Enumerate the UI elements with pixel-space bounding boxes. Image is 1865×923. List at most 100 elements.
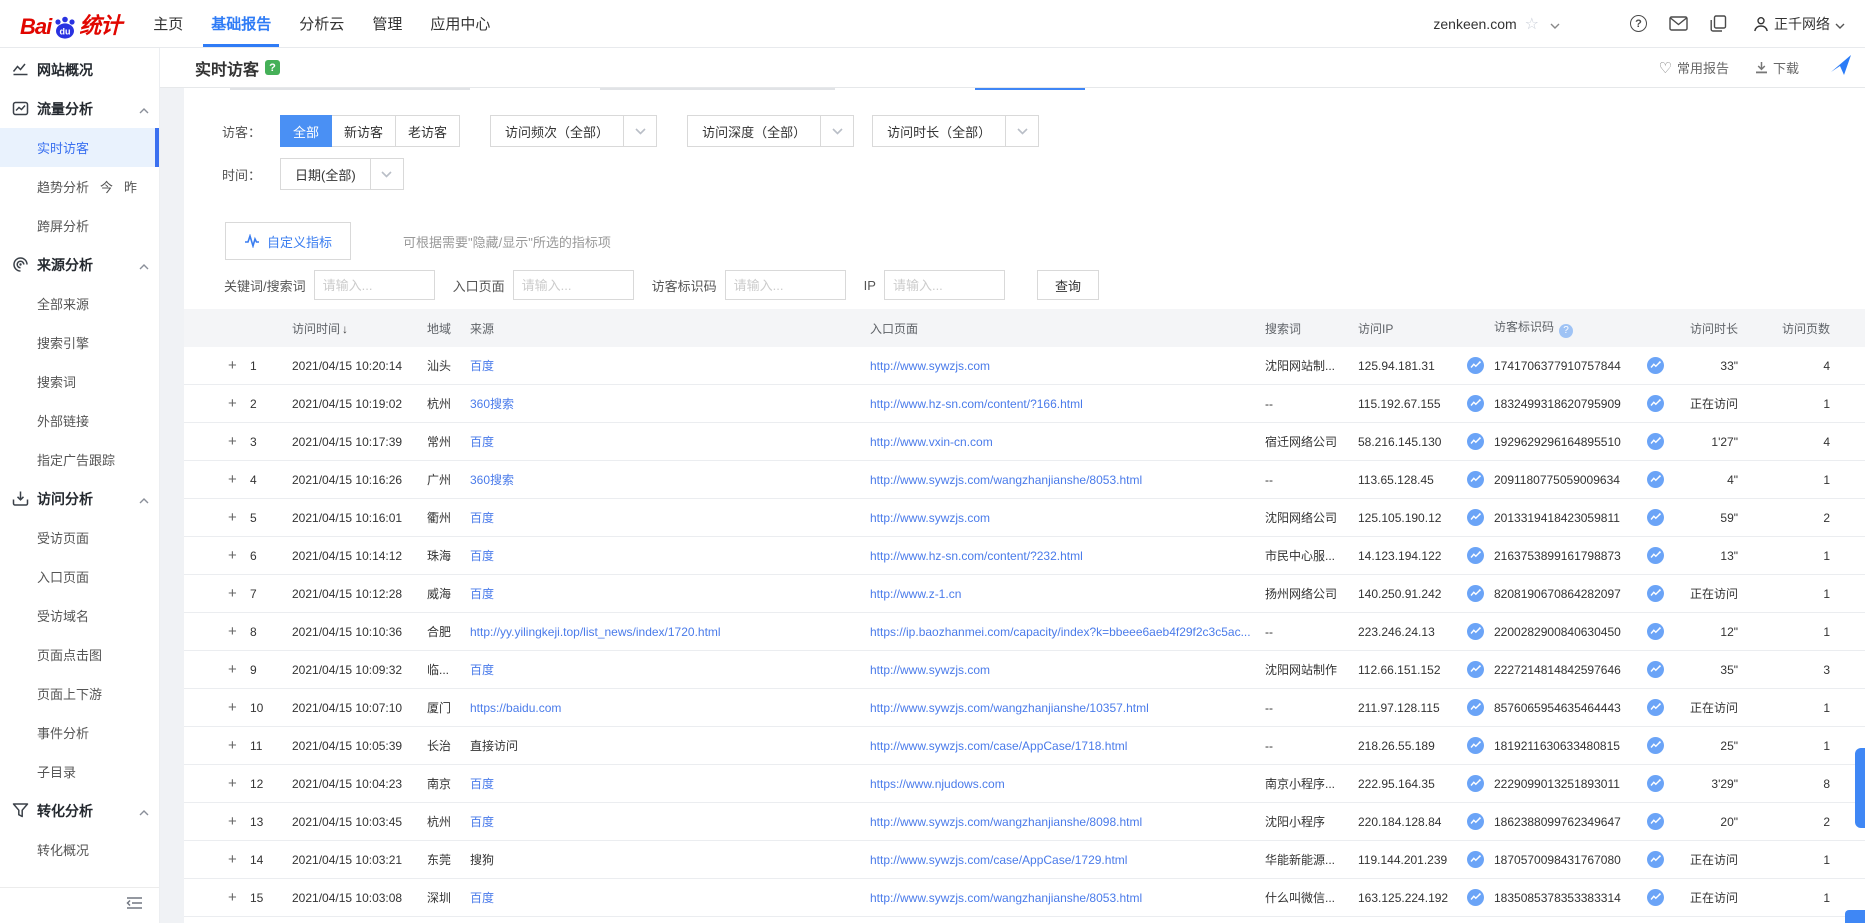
visit-source-link[interactable]: 百度 (470, 509, 870, 526)
sidebar-item-8[interactable]: 搜索引擎 (0, 323, 159, 362)
sidebar-section-1[interactable]: 网站概况 (0, 50, 159, 89)
expand-row-button[interactable]: + (228, 775, 250, 792)
column-header-time[interactable]: 访问时间↓ (288, 320, 427, 337)
sidebar-item-10[interactable]: 外部链接 (0, 401, 159, 440)
entry-page-link[interactable]: http://www.hz-sn.com/content/?232.html (870, 549, 1083, 563)
expand-row-button[interactable]: + (228, 433, 250, 450)
sidebar-item-9[interactable]: 搜索词 (0, 362, 159, 401)
trend-chart-icon[interactable] (1467, 623, 1484, 640)
sidebar-section-6[interactable]: 来源分析 (0, 245, 159, 284)
sidebar-item-19[interactable]: 子目录 (0, 752, 159, 791)
help-icon[interactable]: ? (1630, 15, 1647, 32)
sidebar-item-15[interactable]: 受访域名 (0, 596, 159, 635)
visit-source-link[interactable]: 百度 (470, 357, 870, 374)
entry-page-link[interactable]: http://www.sywzjs.com/case/AppCase/1718.… (870, 739, 1127, 753)
trend-chart-icon[interactable] (1467, 585, 1484, 602)
trend-chart-icon[interactable] (1467, 813, 1484, 830)
favorite-report-button[interactable]: ♡ 常用报告 (1659, 58, 1729, 77)
pin-dart-icon[interactable] (1829, 53, 1853, 82)
download-button[interactable]: 下载 (1755, 58, 1799, 77)
chevron-up-icon[interactable] (139, 803, 149, 819)
search-input-4[interactable] (884, 270, 1005, 300)
visitor-type-option[interactable]: 老访客 (396, 115, 460, 147)
trend-chart-icon[interactable] (1647, 737, 1664, 754)
visit-duration-dropdown[interactable]: 访问时长（全部） (872, 115, 1039, 147)
visit-source-link[interactable]: 百度 (470, 661, 870, 678)
trend-chart-icon[interactable] (1647, 395, 1664, 412)
expand-row-button[interactable]: + (228, 737, 250, 754)
sidebar-item-14[interactable]: 入口页面 (0, 557, 159, 596)
visit-source-link[interactable]: 百度 (470, 775, 870, 792)
trend-chart-icon[interactable] (1647, 471, 1664, 488)
trend-chart-icon[interactable] (1467, 775, 1484, 792)
expand-row-button[interactable]: + (228, 357, 250, 374)
nav-item-2[interactable]: 基础报告 (211, 0, 271, 47)
visit-source-link[interactable]: 360搜索 (470, 471, 870, 488)
trend-chart-icon[interactable] (1647, 851, 1664, 868)
nav-item-1[interactable]: 主页 (153, 0, 183, 47)
entry-page-link[interactable]: http://www.vxin-cn.com (870, 435, 993, 449)
sidebar-item-3[interactable]: 实时访客 (0, 128, 159, 167)
trend-chart-icon[interactable] (1467, 889, 1484, 906)
sidebar-item-7[interactable]: 全部来源 (0, 284, 159, 323)
sidebar-section-20[interactable]: 转化分析 (0, 791, 159, 830)
sidebar-item-16[interactable]: 页面点击图 (0, 635, 159, 674)
expand-row-button[interactable]: + (228, 889, 250, 906)
trend-chart-icon[interactable] (1647, 699, 1664, 716)
sidebar-item-13[interactable]: 受访页面 (0, 518, 159, 557)
trend-chart-icon[interactable] (1647, 623, 1664, 640)
entry-page-link[interactable]: http://www.sywzjs.com (870, 511, 990, 525)
expand-row-button[interactable]: + (228, 661, 250, 678)
trend-chart-icon[interactable] (1467, 851, 1484, 868)
chevron-up-icon[interactable] (139, 101, 149, 117)
visit-source-link[interactable]: 百度 (470, 889, 870, 906)
title-help-icon[interactable]: ? (265, 60, 280, 75)
site-switcher[interactable]: zenkeen.com ☆ (1433, 14, 1560, 34)
search-input-1[interactable] (314, 270, 435, 300)
feedback-side-tab[interactable] (1855, 748, 1865, 828)
entry-page-link[interactable]: http://www.z-1.cn (870, 587, 961, 601)
collapse-sidebar-icon[interactable] (126, 896, 143, 915)
sidebar-item-17[interactable]: 页面上下游 (0, 674, 159, 713)
nav-item-3[interactable]: 分析云 (299, 0, 344, 47)
expand-row-button[interactable]: + (228, 585, 250, 602)
favorite-star-icon[interactable]: ☆ (1525, 14, 1539, 34)
visit-source-link[interactable]: https://baidu.com (470, 701, 870, 715)
entry-page-link[interactable]: http://www.sywzjs.com (870, 359, 990, 373)
chevron-up-icon[interactable] (139, 491, 149, 507)
entry-page-link[interactable]: http://www.hz-sn.com/content/?166.html (870, 397, 1083, 411)
visit-source-link[interactable]: 百度 (470, 547, 870, 564)
expand-row-button[interactable]: + (228, 547, 250, 564)
expand-row-button[interactable]: + (228, 851, 250, 868)
trend-chart-icon[interactable] (1647, 775, 1664, 792)
nav-item-5[interactable]: 应用中心 (430, 0, 490, 47)
entry-page-link[interactable]: http://www.sywzjs.com/case/AppCase/1729.… (870, 853, 1127, 867)
trend-chart-icon[interactable] (1647, 509, 1664, 526)
search-input-3[interactable] (725, 270, 846, 300)
sidebar-item-shortcut[interactable]: 昨 (124, 177, 137, 196)
entry-page-link[interactable]: http://www.sywzjs.com/wangzhanjianshe/10… (870, 701, 1149, 715)
query-button[interactable]: 查询 (1037, 270, 1099, 300)
trend-chart-icon[interactable] (1647, 661, 1664, 678)
expand-row-button[interactable]: + (228, 623, 250, 640)
copy-icon[interactable] (1710, 15, 1727, 32)
sidebar-item-5[interactable]: 跨屏分析 (0, 206, 159, 245)
sidebar-section-2[interactable]: 流量分析 (0, 89, 159, 128)
trend-chart-icon[interactable] (1467, 661, 1484, 678)
expand-row-button[interactable]: + (228, 395, 250, 412)
trend-chart-icon[interactable] (1467, 471, 1484, 488)
trend-chart-icon[interactable] (1467, 433, 1484, 450)
date-range-dropdown[interactable]: 日期(全部) (280, 158, 404, 190)
trend-chart-icon[interactable] (1467, 395, 1484, 412)
entry-page-link[interactable]: http://www.sywzjs.com/wangzhanjianshe/80… (870, 891, 1142, 905)
sidebar-item-21[interactable]: 转化概况 (0, 830, 159, 869)
nav-item-4[interactable]: 管理 (372, 0, 402, 47)
trend-chart-icon[interactable] (1467, 357, 1484, 374)
entry-page-link[interactable]: https://ip.baozhanmei.com/capacity/index… (870, 625, 1251, 639)
baidu-tongji-logo[interactable]: Bai du 统计 (20, 8, 121, 40)
visit-source-link[interactable]: 百度 (470, 813, 870, 830)
visit-source-link[interactable]: 百度 (470, 433, 870, 450)
trend-chart-icon[interactable] (1647, 585, 1664, 602)
sidebar-item-11[interactable]: 指定广告跟踪 (0, 440, 159, 479)
visit-depth-dropdown[interactable]: 访问深度（全部） (687, 115, 854, 147)
